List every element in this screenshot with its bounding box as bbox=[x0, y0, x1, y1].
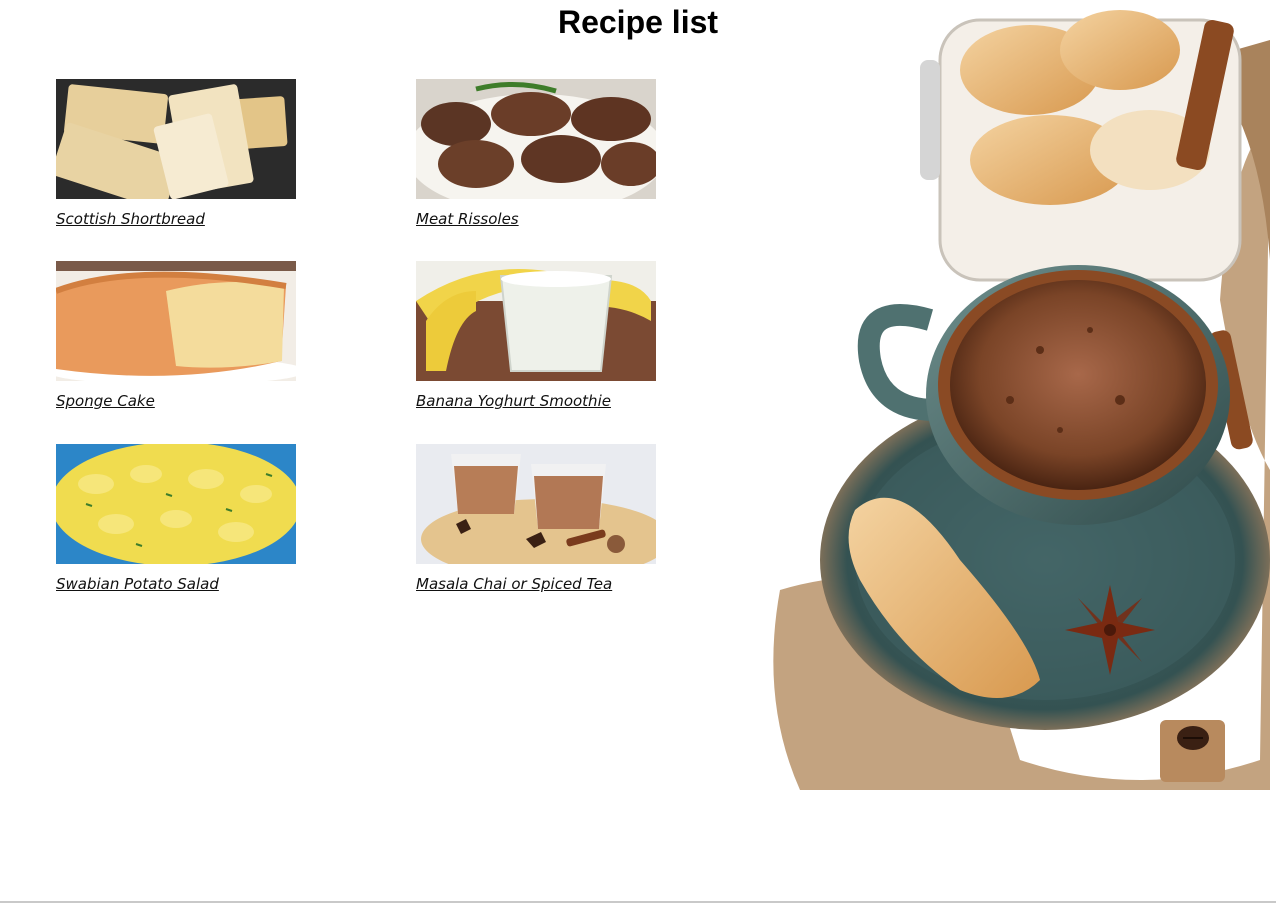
recipe-card[interactable]: Meat Rissoles bbox=[416, 79, 656, 228]
recipe-link[interactable]: Scottish Shortbread bbox=[56, 210, 296, 228]
recipe-card[interactable]: Scottish Shortbread bbox=[56, 79, 296, 228]
smoothie-photo[interactable] bbox=[416, 261, 656, 381]
recipe-link[interactable]: Swabian Potato Salad bbox=[56, 575, 296, 593]
recipe-card[interactable]: Masala Chai or Spiced Tea bbox=[416, 444, 656, 593]
rissoles-photo[interactable] bbox=[416, 79, 656, 199]
recipe-link[interactable]: Meat Rissoles bbox=[416, 210, 656, 228]
potato-salad-photo[interactable] bbox=[56, 444, 296, 564]
page-bottom-border bbox=[0, 901, 1276, 903]
recipe-link[interactable]: Masala Chai or Spiced Tea bbox=[416, 575, 656, 593]
recipe-card[interactable]: Sponge Cake bbox=[56, 261, 296, 410]
coffee-croissant-photo bbox=[773, 10, 1270, 790]
recipe-page: Recipe list Scottish Shortbread Meat Ris… bbox=[0, 0, 1276, 904]
recipe-card[interactable]: Banana Yoghurt Smoothie bbox=[416, 261, 656, 410]
chai-photo[interactable] bbox=[416, 444, 656, 564]
shortbread-photo[interactable] bbox=[56, 79, 296, 199]
page-title: Recipe list bbox=[557, 4, 719, 40]
recipe-link[interactable]: Sponge Cake bbox=[56, 392, 296, 410]
recipe-card[interactable]: Swabian Potato Salad bbox=[56, 444, 296, 593]
recipe-link[interactable]: Banana Yoghurt Smoothie bbox=[416, 392, 656, 410]
sponge-cake-photo[interactable] bbox=[56, 261, 296, 381]
